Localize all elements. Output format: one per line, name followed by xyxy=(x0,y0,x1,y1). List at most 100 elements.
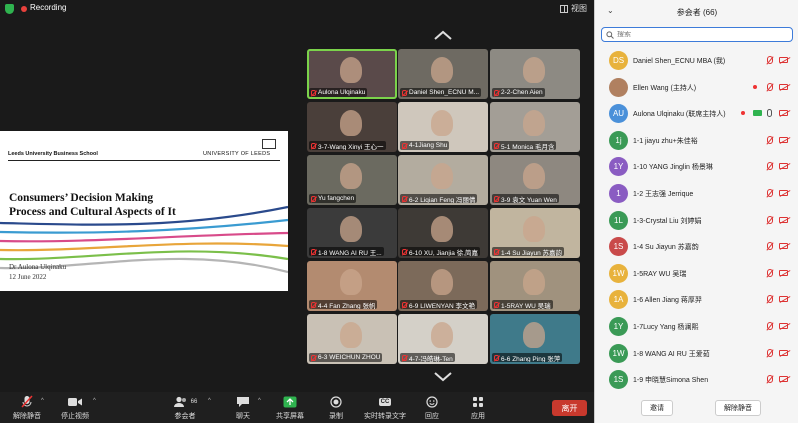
mic-muted-icon xyxy=(311,301,316,308)
participant-name: 1-1 jiayu zhu+朱佳裕 xyxy=(633,137,698,145)
participant-row[interactable]: 1W 1-5RAY WU 吴瑞 xyxy=(595,260,798,287)
participants-search-input[interactable] xyxy=(617,31,777,38)
mic-muted-icon[interactable] xyxy=(767,375,773,384)
mic-muted-icon[interactable] xyxy=(767,82,773,91)
avatar-initials: 1 xyxy=(616,188,621,198)
mic-muted-icon[interactable] xyxy=(767,348,773,357)
slide-university: UNIVERSITY OF LEEDS xyxy=(203,151,271,157)
mic-on-icon[interactable] xyxy=(767,109,772,118)
audio-options-caret-icon[interactable]: ^ xyxy=(41,398,44,404)
video-tile-namebar: Daniel Shen_ECNU M... xyxy=(400,88,482,97)
participant-row[interactable]: 1W 1-8 WANG AI RU 王爱茹 xyxy=(595,340,798,367)
video-off-icon xyxy=(779,189,788,196)
participant-row[interactable]: 1S 1-4 Su Jiayun 苏嘉韵 xyxy=(595,233,798,260)
video-tile[interactable]: 3-7-Wang Xinyi 王心一 xyxy=(307,102,397,152)
mic-muted-icon xyxy=(311,248,316,255)
view-label: 视图 xyxy=(571,4,587,13)
mic-muted-icon[interactable] xyxy=(767,268,773,277)
gallery-prev-arrow-icon[interactable] xyxy=(434,30,452,40)
gallery-next-arrow-icon[interactable] xyxy=(434,372,452,382)
mic-muted-icon xyxy=(494,89,499,96)
video-tile-namebar: 4-1Jiang Shu xyxy=(400,141,450,150)
participant-row[interactable]: AU Aulona Ulqinaku (联席主持人) xyxy=(595,100,798,127)
participant-row[interactable]: 1Y 1-10 YANG Jinglin 杨景琳 xyxy=(595,153,798,180)
participant-row[interactable]: 1 1-2 王志强 Jerrique xyxy=(595,180,798,207)
video-tile[interactable]: 4-4 Fan Zhang 张帆 xyxy=(307,261,397,311)
mic-muted-icon[interactable] xyxy=(767,215,773,224)
participant-row[interactable]: 1S 1-9 申晓慧Simona Shen xyxy=(595,366,798,393)
reactions-label: 回应 xyxy=(425,413,439,420)
participant-row[interactable]: Ellen Wang (主持人) xyxy=(595,74,798,101)
participant-video xyxy=(523,269,545,295)
video-tile[interactable]: Yu fangchen xyxy=(307,155,397,205)
participant-name: 1-9 申晓慧Simona Shen xyxy=(633,377,709,385)
security-shield-icon[interactable] xyxy=(5,4,14,14)
participant-name: 1-4 Su Jiayun 苏嘉韵 xyxy=(633,244,699,252)
video-tile[interactable]: 4-7-冯皓琳-Ten xyxy=(398,314,488,364)
participants-options-caret-icon[interactable]: ^ xyxy=(208,398,211,404)
participants-button[interactable]: 66 参会者 xyxy=(160,395,210,421)
participant-row[interactable]: 1j 1-1 jiayu zhu+朱佳裕 xyxy=(595,127,798,154)
participant-row[interactable]: 1A 1-6 Allen Jiang 蒋厚羿 xyxy=(595,286,798,313)
unmute-button[interactable]: 解除静音 xyxy=(2,395,52,421)
avatar: AU xyxy=(609,104,628,124)
video-tile[interactable]: Daniel Shen_ECNU M... xyxy=(398,49,488,99)
video-tile-namebar: 1-8 WANG AI RU 王... xyxy=(309,247,384,256)
share-screen-button[interactable]: 共享屏幕 xyxy=(265,395,315,421)
mic-muted-icon[interactable] xyxy=(767,162,773,171)
video-tile[interactable]: 6-10 XU, Jianjia 徐,简嘉 xyxy=(398,208,488,258)
leave-button[interactable]: 离开 xyxy=(552,400,587,416)
mic-muted-icon[interactable] xyxy=(767,242,773,251)
mic-muted-icon xyxy=(494,248,499,255)
video-tile[interactable]: 6-2 Liqian Feng 冯丽倩 xyxy=(398,155,488,205)
video-tile-namebar: 5-1 Monica 毛月含 xyxy=(492,141,557,150)
participant-name: 1-3-Crystal Liu 刘婷娟 xyxy=(633,217,702,225)
video-off-icon xyxy=(779,136,788,143)
unmute-me-button[interactable]: 解除静音 xyxy=(715,400,761,416)
apps-button[interactable]: 应用 xyxy=(453,395,503,421)
apps-grid-icon xyxy=(472,395,484,409)
video-tile[interactable]: 2-2-Chen Aien xyxy=(490,49,580,99)
mic-muted-icon[interactable] xyxy=(767,188,773,197)
mic-muted-icon[interactable] xyxy=(767,56,773,64)
chat-options-caret-icon[interactable]: ^ xyxy=(258,398,261,404)
participant-video xyxy=(523,110,545,136)
video-tile[interactable]: 5-1 Monica 毛月含 xyxy=(490,102,580,152)
video-options-caret-icon[interactable]: ^ xyxy=(93,398,96,404)
view-button[interactable]: 视图 xyxy=(560,3,587,14)
participant-video xyxy=(340,216,362,242)
video-tile[interactable]: 6-3 WEICHUN ZHOU xyxy=(307,314,397,364)
avatar-initials: AU xyxy=(612,109,625,119)
video-tile-name: 4-4 Fan Zhang 张帆 xyxy=(318,302,376,310)
video-tile[interactable]: 4-1Jiang Shu xyxy=(398,102,488,152)
invite-button[interactable]: 邀请 xyxy=(641,400,673,416)
mic-muted-icon[interactable] xyxy=(767,321,773,330)
meeting-topbar: Recording 视图 xyxy=(0,0,594,18)
live-transcript-button[interactable]: CC 实时转录文字 xyxy=(360,395,410,421)
slide-stripe xyxy=(0,231,288,243)
shared-slide: Leeds University Business School UNIVERS… xyxy=(0,131,288,291)
video-tile-namebar: Yu fangchen xyxy=(309,194,357,203)
video-tile[interactable]: Aulona Ulqinaku xyxy=(307,49,397,99)
video-tile-namebar: 6-3 WEICHUN ZHOU xyxy=(309,353,383,362)
record-button[interactable]: 录制 xyxy=(311,395,361,421)
video-tile[interactable]: 6-6 Zhang Ping 张萍 xyxy=(490,314,580,364)
mic-muted-icon[interactable] xyxy=(767,135,773,144)
video-tile[interactable]: 1-5RAY WU 吴瑞 xyxy=(490,261,580,311)
reactions-button[interactable]: 回应 xyxy=(407,395,457,421)
participant-video xyxy=(431,163,453,189)
zoom-window: Recording 视图 Leeds University Business S… xyxy=(0,0,798,423)
view-layout-icon xyxy=(560,4,568,13)
video-tile[interactable]: 1-4 Su Jiayun 苏嘉韵 xyxy=(490,208,580,258)
video-tile[interactable]: 1-8 WANG AI RU 王... xyxy=(307,208,397,258)
mic-muted-icon[interactable] xyxy=(767,295,773,304)
record-icon xyxy=(330,395,342,409)
participant-row[interactable]: DS Daniel Shen_ECNU MBA (我) xyxy=(595,47,798,74)
video-tile[interactable]: 6-9 LIWENYAN 李文艳 xyxy=(398,261,488,311)
avatar-initials: 1W xyxy=(612,348,625,358)
participants-search xyxy=(601,27,793,42)
video-tile[interactable]: 3-9 袁文 Yuan Wen xyxy=(490,155,580,205)
recording-label: Recording xyxy=(30,3,67,12)
participant-row[interactable]: 1L 1-3-Crystal Liu 刘婷娟 xyxy=(595,207,798,234)
participant-row[interactable]: 1Y 1-7Lucy Yang 杨澜熙 xyxy=(595,313,798,340)
